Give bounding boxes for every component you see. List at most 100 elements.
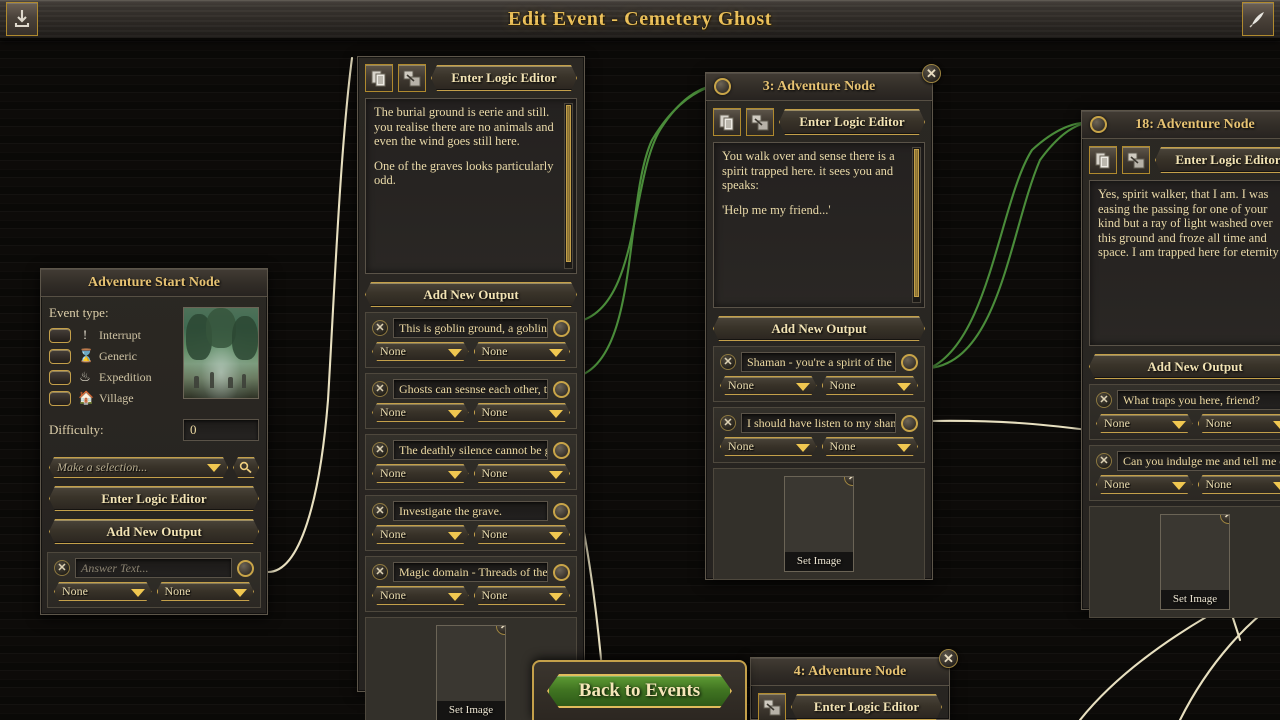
node-3-output-1-dropdown-right[interactable]: None [822, 376, 919, 395]
intro-output-text-3[interactable]: The deathly silence cannot be good [393, 440, 548, 460]
intro-output-3-dropdown-left[interactable]: None [372, 464, 469, 483]
node-3-scrollbar[interactable] [912, 147, 921, 303]
node-3-title: 3: Adventure Node [762, 78, 876, 94]
node-3-text[interactable]: You walk over and sense there is a spiri… [713, 142, 925, 308]
back-to-events-button[interactable]: Back to Events [547, 674, 732, 708]
delete-output-icon[interactable]: ✕ [372, 564, 388, 580]
link-node-button[interactable] [398, 64, 426, 92]
start-answer-input[interactable]: Answer Text... [75, 558, 232, 578]
copy-node-button[interactable] [1089, 146, 1117, 174]
node-18-output-1-dropdown-left[interactable]: None [1096, 414, 1193, 433]
node-3-enter-logic-editor-button[interactable]: Enter Logic Editor [779, 109, 925, 135]
intro-output-5-dropdown-left[interactable]: None [372, 586, 469, 605]
intro-output-4-dropdown-right[interactable]: None [474, 525, 571, 544]
intro-node-text[interactable]: The burial ground is eerie and still. yo… [365, 98, 577, 274]
intro-text-scrollbar[interactable] [564, 103, 573, 269]
intro-output-text-4[interactable]: Investigate the grave. [393, 501, 548, 521]
intro-output-4-dropdown-left[interactable]: None [372, 525, 469, 544]
link-node-button[interactable] [1122, 146, 1150, 174]
output-connector-knob[interactable] [553, 380, 570, 398]
event-type-row-expedition[interactable]: ♨ Expedition [49, 369, 175, 385]
save-button[interactable] [6, 2, 38, 36]
node-3-output-1-dropdown-left[interactable]: None [720, 376, 817, 395]
scroll-thumb[interactable] [566, 105, 571, 263]
delete-output-icon[interactable]: ✕ [1096, 392, 1112, 408]
start-node-image[interactable]: Set Image [183, 307, 259, 399]
input-connector-knob[interactable] [1090, 116, 1107, 133]
intro-output-3-dropdown-right[interactable]: None [474, 464, 571, 483]
remove-image-icon[interactable]: ✕ [844, 477, 853, 486]
checkbox-interrupt[interactable] [49, 327, 71, 343]
intro-output-2-dropdown-right[interactable]: None [474, 403, 571, 422]
delete-answer-icon[interactable]: ✕ [54, 560, 70, 576]
delete-output-icon[interactable]: ✕ [372, 381, 388, 397]
chevron-down-icon [448, 593, 462, 601]
intro-output-text-5[interactable]: Magic domain - Threads of the gre [393, 562, 548, 582]
search-selection-button[interactable] [233, 457, 259, 478]
edit-button[interactable] [1242, 2, 1274, 36]
node-3-output-2-dropdown-right[interactable]: None [822, 437, 919, 456]
node-18-output-2-dropdown-left[interactable]: None [1096, 475, 1193, 494]
checkbox-generic[interactable] [49, 348, 71, 364]
delete-output-icon[interactable]: ✕ [1096, 453, 1112, 469]
node-18-output-text-2[interactable]: Can you indulge me and tell me of [1117, 451, 1280, 471]
node-18-enter-logic-editor-button[interactable]: Enter Logic Editor [1155, 147, 1280, 173]
output-connector-knob[interactable] [553, 319, 570, 337]
output-connector-knob[interactable] [901, 353, 918, 371]
delete-output-icon[interactable]: ✕ [372, 503, 388, 519]
close-node-4-button[interactable]: ✕ [939, 649, 958, 668]
node-4-title: 4: Adventure Node [793, 663, 907, 679]
node-18-output-1-dropdown-right[interactable]: None [1198, 414, 1280, 433]
node-3-output-2-dropdown-left[interactable]: None [720, 437, 817, 456]
node-3-output-text-1[interactable]: Shaman - you're a spirit of the gre [741, 352, 896, 372]
output-connector-knob[interactable] [553, 441, 570, 459]
node-18-output-2-dropdown-right[interactable]: None [1198, 475, 1280, 494]
delete-output-icon[interactable]: ✕ [372, 442, 388, 458]
start-enter-logic-editor-button[interactable]: Enter Logic Editor [49, 486, 259, 511]
intro-add-new-output-button[interactable]: Add New Output [365, 282, 577, 307]
node-3-image[interactable]: ✕ Set Image [784, 476, 854, 572]
event-type-row-generic[interactable]: ⌛ Generic [49, 348, 175, 364]
difficulty-input[interactable]: 0 [183, 419, 259, 441]
checkbox-village[interactable] [49, 390, 71, 406]
remove-image-icon[interactable]: ✕ [496, 626, 505, 635]
selection-dropdown[interactable]: Make a selection... [49, 457, 228, 478]
link-node-button[interactable] [746, 108, 774, 136]
node-18-image[interactable]: ✕ Set Image [1160, 514, 1230, 610]
intro-output-5-dropdown-right[interactable]: None [474, 586, 571, 605]
node-18-add-new-output-button[interactable]: Add New Output [1089, 354, 1280, 379]
delete-output-icon[interactable]: ✕ [720, 415, 736, 431]
event-type-row-interrupt[interactable]: ! Interrupt [49, 327, 175, 343]
event-type-row-village[interactable]: 🏠 Village [49, 390, 175, 406]
copy-node-button[interactable] [365, 64, 393, 92]
start-answer-dropdown-left[interactable]: None [54, 582, 152, 601]
start-add-new-output-button[interactable]: Add New Output [49, 519, 259, 544]
output-connector-knob[interactable] [237, 559, 254, 577]
node-4-enter-logic-editor-button[interactable]: Enter Logic Editor [791, 694, 942, 720]
intro-output-text-2[interactable]: Ghosts can sesnse each other, ther [393, 379, 548, 399]
intro-output-1-dropdown-right[interactable]: None [474, 342, 571, 361]
intro-output-2-dropdown-left[interactable]: None [372, 403, 469, 422]
start-answer-dropdown-right[interactable]: None [157, 582, 255, 601]
copy-node-button[interactable] [713, 108, 741, 136]
intro-node-image[interactable]: ✕ Set Image [436, 625, 506, 720]
remove-image-icon[interactable]: ✕ [1220, 515, 1229, 524]
start-node-header: Adventure Start Node [41, 269, 267, 297]
close-node-3-button[interactable]: ✕ [922, 64, 941, 83]
scroll-thumb[interactable] [914, 149, 919, 297]
checkbox-expedition[interactable] [49, 369, 71, 385]
output-connector-knob[interactable] [901, 414, 918, 432]
intro-output-text-1[interactable]: This is goblin ground, a goblin sho [393, 318, 548, 338]
link-node-button[interactable] [758, 693, 786, 720]
node-3-output-text-2[interactable]: I should have listen to my shaman [741, 413, 896, 433]
node-3-add-new-output-button[interactable]: Add New Output [713, 316, 925, 341]
delete-output-icon[interactable]: ✕ [720, 354, 736, 370]
node-18-text[interactable]: Yes, spirit walker, that I am. I was eas… [1089, 180, 1280, 346]
node-18-output-text-1[interactable]: What traps you here, friend? [1117, 390, 1280, 410]
intro-output-1-dropdown-left[interactable]: None [372, 342, 469, 361]
input-connector-knob[interactable] [714, 78, 731, 95]
delete-output-icon[interactable]: ✕ [372, 320, 388, 336]
intro-enter-logic-editor-button[interactable]: Enter Logic Editor [431, 65, 577, 91]
output-connector-knob[interactable] [553, 563, 570, 581]
output-connector-knob[interactable] [553, 502, 570, 520]
